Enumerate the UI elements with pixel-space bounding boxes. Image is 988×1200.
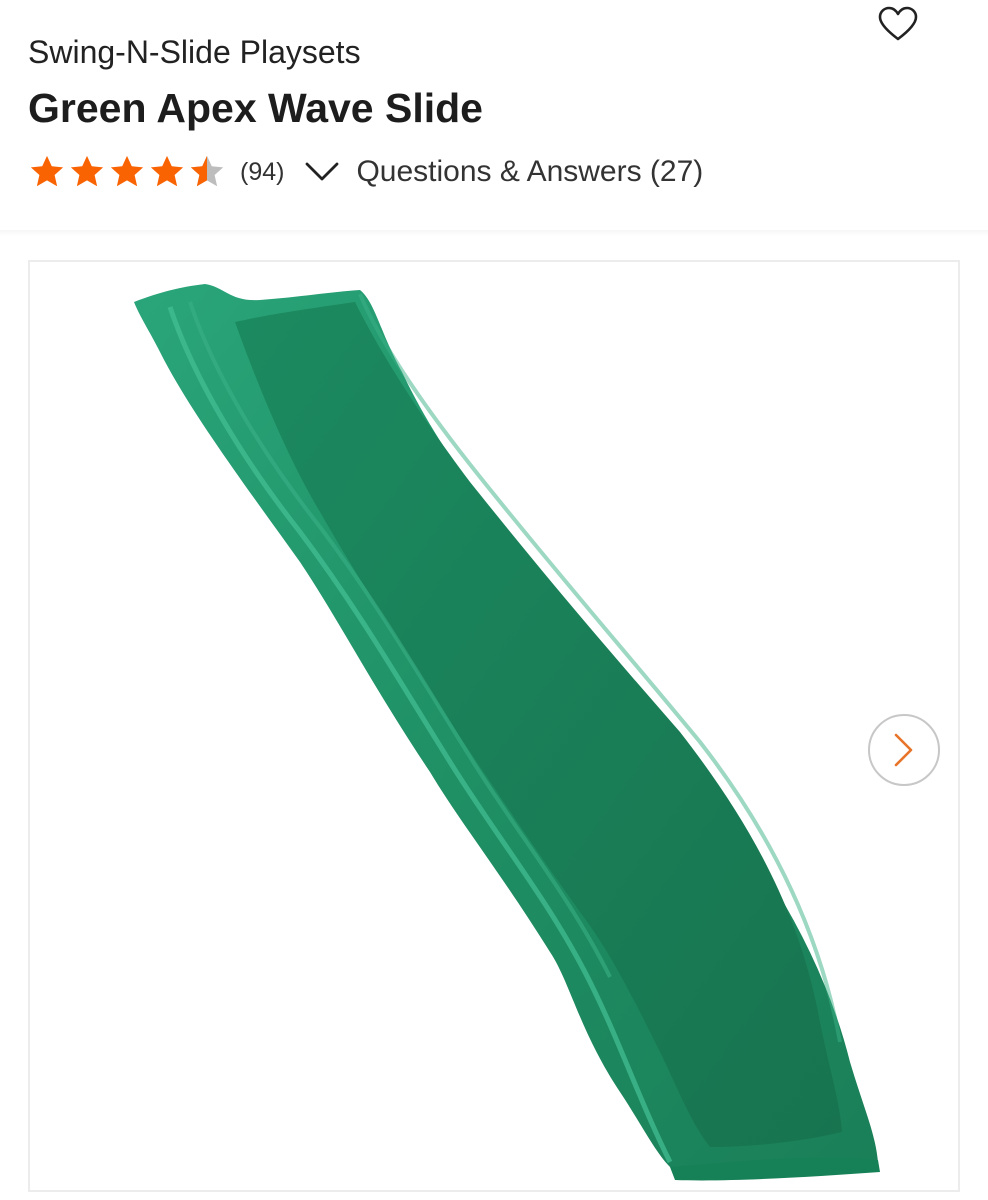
product-page: Swing-N-Slide Playsets Green Apex Wave S… [0, 0, 988, 1200]
ratings-expand-button[interactable] [302, 157, 342, 187]
next-image-button[interactable] [868, 714, 940, 786]
star-rating[interactable] [28, 153, 228, 191]
product-title: Green Apex Wave Slide [28, 85, 483, 131]
star-full-icon [150, 155, 184, 187]
star-full-icon [30, 155, 64, 187]
review-count[interactable]: (94) [240, 158, 284, 187]
rating-row: (94) Questions & Answers (27) [28, 150, 703, 194]
brand-link[interactable]: Swing-N-Slide Playsets [28, 32, 361, 72]
product-image-gallery[interactable] [28, 260, 960, 1192]
chevron-right-icon [894, 733, 913, 767]
star-full-icon [110, 155, 144, 187]
heart-outline-icon [878, 6, 918, 41]
questions-answers-link[interactable]: Questions & Answers (27) [356, 155, 703, 189]
star-full-icon [70, 155, 104, 187]
product-image [134, 284, 880, 1181]
star-half-icon [190, 155, 224, 187]
chevron-down-icon [306, 162, 339, 181]
favorite-button[interactable] [876, 4, 920, 44]
section-divider [0, 230, 988, 236]
